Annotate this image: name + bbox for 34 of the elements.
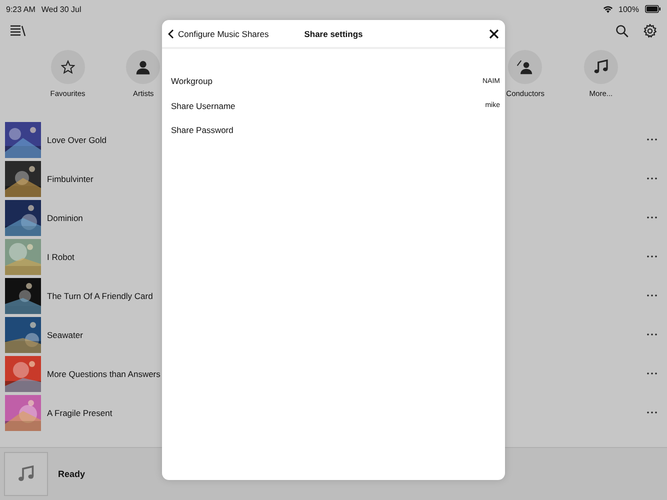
dialog-title: Share settings <box>304 28 363 38</box>
more-options-icon[interactable] <box>647 411 657 414</box>
conductor-icon <box>516 59 534 75</box>
music-note-icon <box>17 465 35 483</box>
setting-label[interactable]: Share Username <box>171 100 236 111</box>
category-button[interactable] <box>508 50 542 84</box>
category-button[interactable] <box>126 50 160 84</box>
music-note-icon <box>592 59 609 75</box>
more-options-icon[interactable] <box>647 138 657 141</box>
category-button[interactable] <box>50 50 85 84</box>
close-button[interactable] <box>489 28 499 38</box>
library-menu-icon[interactable] <box>10 25 26 37</box>
more-options-icon[interactable] <box>647 294 657 297</box>
wifi-icon <box>602 5 613 13</box>
more-options-icon[interactable] <box>647 216 657 219</box>
more-options-icon[interactable] <box>647 255 657 258</box>
more-options-icon[interactable] <box>647 372 657 375</box>
setting-label[interactable]: Share Password <box>171 125 234 136</box>
playback-status: Ready <box>58 469 86 479</box>
more-options-icon[interactable] <box>647 333 657 336</box>
person-icon <box>135 59 152 75</box>
status-time: 9:23 AM <box>6 4 36 14</box>
star-icon <box>60 60 75 74</box>
battery-icon <box>645 5 661 13</box>
chevron-left-icon <box>168 28 174 38</box>
setting-label[interactable]: Workgroup <box>171 76 212 86</box>
search-icon[interactable] <box>615 24 629 38</box>
settings-icon[interactable] <box>643 24 657 38</box>
more-options-icon[interactable] <box>647 177 657 180</box>
back-button[interactable]: Configure Music Shares <box>168 28 269 38</box>
category-button[interactable] <box>584 50 618 84</box>
now-playing-artwork[interactable] <box>4 452 48 496</box>
battery-percent: 100% <box>618 4 639 14</box>
status-date: Wed 30 Jul <box>41 4 82 14</box>
